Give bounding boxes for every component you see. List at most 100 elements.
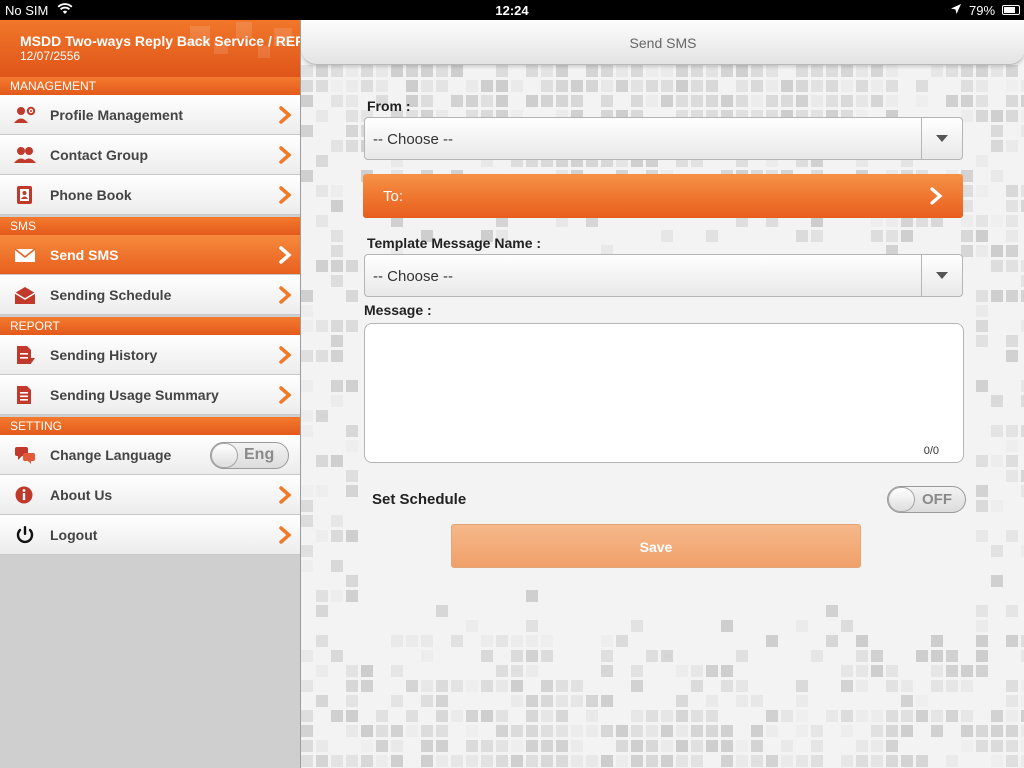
- mosaic-tile: [676, 80, 688, 92]
- mosaic-tile: [766, 725, 778, 737]
- mosaic-tile: [931, 650, 943, 662]
- mosaic-tile: [871, 95, 883, 107]
- mosaic-tile: [976, 740, 988, 752]
- from-select[interactable]: -- Choose --: [364, 117, 963, 160]
- mosaic-tile: [631, 95, 643, 107]
- page-title: Send SMS: [629, 35, 697, 51]
- mosaic-tile: [451, 95, 463, 107]
- mosaic-tile: [736, 80, 748, 92]
- mosaic-tile: [481, 80, 493, 92]
- mosaic-tile: [316, 410, 328, 422]
- mosaic-tile: [436, 605, 448, 617]
- mosaic-tile: [466, 680, 478, 692]
- mosaic-tile: [856, 635, 868, 647]
- mosaic-tile: [976, 65, 988, 77]
- mosaic-tile: [946, 665, 958, 677]
- sidebar-item-contact-group[interactable]: Contact Group: [0, 135, 300, 175]
- mosaic-tile: [556, 740, 568, 752]
- mosaic-tile: [466, 740, 478, 752]
- mosaic-tile: [661, 725, 673, 737]
- mosaic-tile: [331, 200, 343, 212]
- mosaic-tile: [796, 230, 808, 242]
- mosaic-tile: [301, 170, 313, 182]
- mosaic-tile: [871, 230, 883, 242]
- message-textarea[interactable]: 0/0: [364, 323, 964, 463]
- app-title: MSDD Two-ways Reply Back Service / REPLY: [20, 33, 300, 49]
- mosaic-tile: [436, 80, 448, 92]
- mosaic-tile: [811, 650, 823, 662]
- mosaic-tile: [976, 305, 988, 317]
- sidebar-item-label: Profile Management: [50, 107, 184, 123]
- mosaic-tile: [961, 230, 973, 242]
- mosaic-tile: [601, 755, 613, 767]
- document-summary-icon: [14, 385, 36, 405]
- mosaic-tile: [361, 725, 373, 737]
- mosaic-tile: [871, 650, 883, 662]
- mosaic-tile: [541, 755, 553, 767]
- mosaic-tile: [616, 725, 628, 737]
- mosaic-tile: [856, 755, 868, 767]
- schedule-toggle[interactable]: OFF: [887, 486, 966, 513]
- sidebar-item-label: Logout: [50, 527, 98, 543]
- sidebar-item-label: Phone Book: [50, 187, 132, 203]
- mosaic-tile: [991, 170, 1003, 182]
- to-recipients-button[interactable]: To:: [363, 174, 963, 218]
- mosaic-tile: [301, 680, 313, 692]
- mosaic-tile: [901, 230, 913, 242]
- status-bar: No SIM 12:24 79%: [0, 0, 1024, 20]
- mosaic-tile: [496, 740, 508, 752]
- sidebar-header: MSDD Two-ways Reply Back Service / REPLY…: [0, 20, 300, 77]
- chevron-right-icon: [278, 246, 292, 264]
- mosaic-tile: [316, 755, 328, 767]
- sidebar-item-about-us[interactable]: About Us: [0, 475, 300, 515]
- mosaic-tile: [976, 530, 988, 542]
- mosaic-tile: [526, 710, 538, 722]
- mosaic-tile: [331, 650, 343, 662]
- sidebar-item-label: Sending Usage Summary: [50, 387, 219, 403]
- save-button[interactable]: Save: [451, 524, 861, 568]
- mosaic-tile: [946, 680, 958, 692]
- mosaic-tile: [316, 665, 328, 677]
- mosaic-tile: [331, 515, 343, 527]
- mosaic-tile: [886, 80, 898, 92]
- mosaic-tile: [481, 755, 493, 767]
- mosaic-tile: [1006, 350, 1018, 362]
- sidebar-item-profile-management[interactable]: Profile Management: [0, 95, 300, 135]
- mosaic-tile: [511, 755, 523, 767]
- sidebar-item-sending-history[interactable]: Sending History: [0, 335, 300, 375]
- mosaic-tile: [316, 635, 328, 647]
- mosaic-tile: [376, 80, 388, 92]
- mosaic-tile: [436, 680, 448, 692]
- mosaic-tile: [466, 620, 478, 632]
- mosaic-tile: [886, 740, 898, 752]
- mosaic-tile: [301, 515, 313, 527]
- mosaic-tile: [676, 665, 688, 677]
- sidebar-item-sending-usage-summary[interactable]: Sending Usage Summary: [0, 375, 300, 415]
- language-toggle[interactable]: Eng: [210, 442, 289, 469]
- mosaic-tile: [961, 65, 973, 77]
- mosaic-tile: [706, 725, 718, 737]
- mosaic-tile: [961, 710, 973, 722]
- mosaic-tile: [316, 80, 328, 92]
- mosaic-tile: [931, 665, 943, 677]
- sidebar-item-change-language[interactable]: Change Language Eng: [0, 435, 300, 475]
- sidebar-item-logout[interactable]: Logout: [0, 515, 300, 555]
- mosaic-tile: [331, 335, 343, 347]
- template-select-value: -- Choose --: [373, 268, 454, 285]
- mosaic-tile: [316, 215, 328, 227]
- template-select[interactable]: -- Choose --: [364, 254, 963, 297]
- mosaic-tile: [571, 740, 583, 752]
- mosaic-tile: [451, 65, 463, 77]
- mosaic-tile: [301, 725, 313, 737]
- sidebar-item-send-sms[interactable]: Send SMS: [0, 235, 300, 275]
- mosaic-tile: [406, 635, 418, 647]
- mosaic-tile: [301, 65, 313, 77]
- mosaic-tile: [421, 680, 433, 692]
- mosaic-tile: [976, 320, 988, 332]
- sidebar-item-phone-book[interactable]: Phone Book: [0, 175, 300, 215]
- toggle-knob: [888, 487, 915, 512]
- sidebar-item-sending-schedule[interactable]: Sending Schedule: [0, 275, 300, 315]
- mosaic-tile: [721, 755, 733, 767]
- mosaic-tile: [736, 755, 748, 767]
- mosaic-tile: [511, 80, 523, 92]
